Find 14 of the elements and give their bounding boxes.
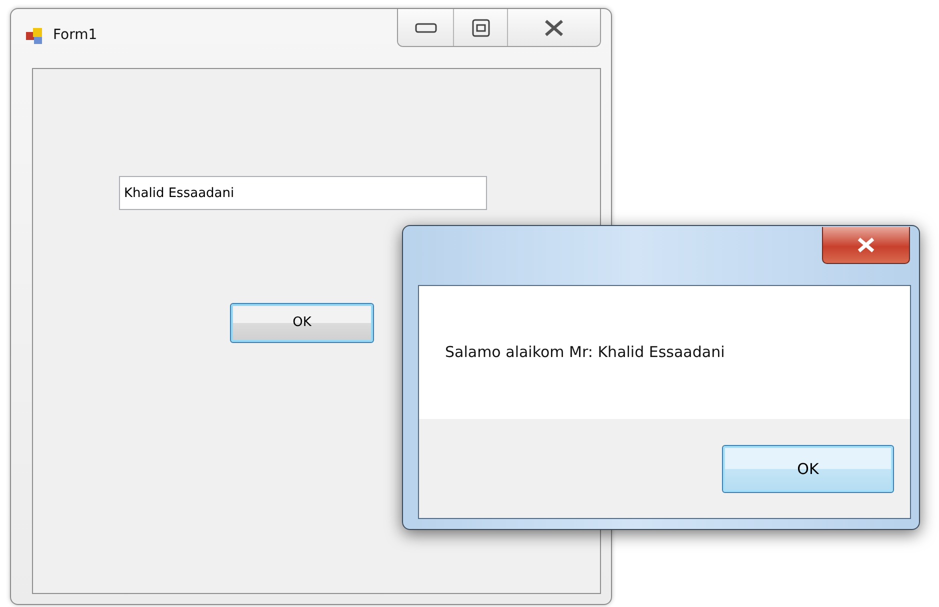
name-input-field[interactable]: Khalid Essaadani — [119, 176, 487, 210]
minimize-button[interactable] — [398, 9, 454, 46]
close-button[interactable] — [822, 227, 910, 264]
maximize-button[interactable] — [454, 9, 508, 46]
close-icon — [543, 18, 565, 36]
app-icon — [25, 26, 45, 46]
close-icon — [856, 237, 876, 253]
close-button[interactable] — [508, 9, 600, 46]
message-text: Salamo alaikom Mr: Khalid Essaadani — [445, 342, 725, 364]
restore-icon — [472, 18, 490, 36]
minimize-icon — [414, 22, 436, 32]
ok-button[interactable]: OK — [722, 445, 894, 493]
ok-button[interactable]: OK — [230, 303, 374, 343]
window-title: Form1 — [53, 26, 98, 45]
